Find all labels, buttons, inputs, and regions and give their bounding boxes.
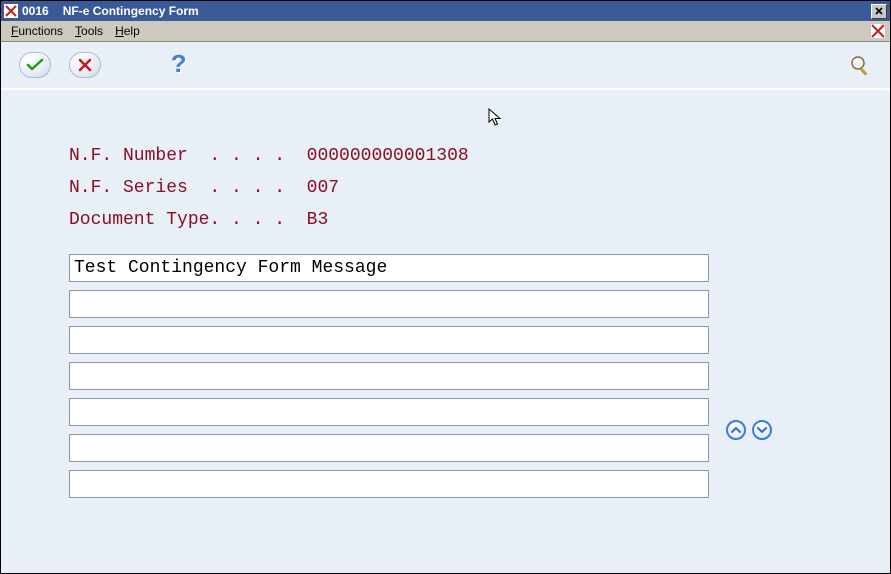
doctype-row: Document Type. . . . B3 — [69, 204, 822, 236]
scroll-up-button[interactable] — [726, 420, 746, 440]
nf-number-row: N.F. Number . . . . 000000000001308 — [69, 140, 822, 172]
search-button[interactable] — [848, 53, 872, 77]
nf-series-value: 007 — [307, 178, 339, 198]
confirm-button[interactable] — [19, 52, 51, 78]
message-line-4[interactable] — [69, 362, 709, 390]
message-line-6[interactable] — [69, 434, 709, 462]
client-area: ? N.F. Number . . . . 000000000001308 N.… — [1, 42, 890, 573]
window-code: 0016 — [22, 4, 49, 18]
menu-help[interactable]: Help — [109, 22, 146, 40]
window-title: NF-e Contingency Form — [63, 4, 199, 18]
close-button[interactable] — [871, 4, 887, 19]
help-button[interactable]: ? — [171, 50, 187, 80]
menu-tools[interactable]: Tools — [69, 22, 109, 40]
cancel-button[interactable] — [69, 52, 101, 78]
chevron-down-icon — [757, 426, 767, 434]
x-icon — [78, 58, 92, 72]
message-line-2[interactable] — [69, 290, 709, 318]
nf-number-value: 000000000001308 — [307, 146, 469, 166]
message-line-7[interactable] — [69, 470, 709, 498]
scroll-down-button[interactable] — [752, 420, 772, 440]
titlebar: 0016 NF-e Contingency Form — [1, 1, 890, 21]
chevron-up-icon — [731, 426, 741, 434]
message-inputs — [69, 254, 822, 498]
scroll-buttons — [726, 420, 772, 440]
check-icon — [26, 58, 44, 72]
system-menu-icon[interactable] — [4, 4, 18, 18]
message-line-5[interactable] — [69, 398, 709, 426]
menu-functions[interactable]: Functions — [5, 22, 69, 40]
magnifier-icon — [849, 54, 871, 76]
nf-series-row: N.F. Series . . . . 007 — [69, 172, 822, 204]
message-line-1[interactable] — [69, 254, 709, 282]
menubar-logo-icon — [870, 23, 886, 39]
content-area: N.F. Number . . . . 000000000001308 N.F.… — [1, 90, 890, 573]
message-line-3[interactable] — [69, 326, 709, 354]
toolbar: ? — [1, 42, 890, 90]
menubar: Functions Tools Help — [1, 21, 890, 42]
doctype-value: B3 — [307, 210, 329, 230]
